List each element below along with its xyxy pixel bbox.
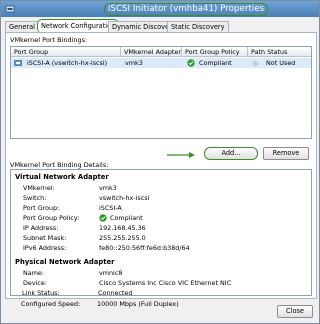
arrow-pointer-icon [167, 152, 195, 158]
close-button[interactable]: Close [277, 305, 313, 318]
cell-vmkernel-adapter: vmk3 [125, 59, 143, 67]
field-value-name: vmnic8 [99, 269, 123, 277]
field-value-link-status: Connected [98, 289, 133, 297]
field-label-ipv6-address: IPv6 Address: [23, 244, 67, 252]
field-label-port-group-policy: Port Group Policy: [23, 214, 80, 222]
storage-adapter-icon [5, 5, 15, 13]
binding-details-label: VMkernel Port Binding Details: [10, 161, 109, 169]
cell-port-group: iSCSI-A (vswitch-hx-iscsi) [27, 59, 108, 67]
cell-port-group-policy: Compliant [199, 59, 232, 67]
field-label-subnet-mask: Subnet Mask: [23, 234, 67, 242]
add-button[interactable]: Add... [204, 147, 258, 160]
tab-strip: General Network Configuration Dynamic Di… [5, 19, 317, 33]
field-value-subnet-mask: 255.255.255.0 [99, 234, 146, 242]
title-bar: iSCSI Initiator (vmhba41) Properties [1, 1, 319, 17]
column-header-port-group[interactable]: Port Group [11, 47, 121, 57]
field-label-ip-address: IP Address: [23, 224, 59, 232]
column-header-port-group-policy[interactable]: Port Group Policy [182, 47, 248, 57]
field-value-ipv6-address: fe80::250:56ff:fe6d:b38d/64 [99, 244, 190, 252]
column-header-path-status[interactable]: Path Status [248, 47, 311, 57]
column-header-vmkernel-adapter[interactable]: VMkernel Adapter [121, 47, 182, 57]
field-label-switch: Switch: [23, 194, 47, 202]
cell-path-status: Not Used [266, 59, 296, 67]
field-label-configured-speed: Configured Speed: [21, 300, 81, 308]
compliant-check-icon [99, 214, 107, 222]
field-value-switch: vswitch-hx-iscsi [99, 194, 150, 202]
tab-network-configuration[interactable]: Network Configuration [37, 19, 120, 33]
field-value-port-group: iSCSI-A [99, 204, 122, 212]
field-value-configured-speed: 10000 Mbps (Full Duplex) [97, 300, 179, 308]
remove-button[interactable]: Remove [263, 147, 309, 160]
port-bindings-table: Port Group VMkernel Adapter Port Group P… [10, 46, 312, 139]
table-row[interactable]: iSCSI-A (vswitch-hx-iscsi) vmk3 Complian… [11, 58, 311, 68]
field-label-name: Name: [23, 269, 45, 277]
table-header: Port Group VMkernel Adapter Port Group P… [11, 47, 311, 57]
field-value-ip-address: 192.168.45.36 [99, 224, 146, 232]
field-value-device: Cisco Systems Inc Cisco VIC Ethernet NIC [99, 279, 232, 287]
port-group-icon [14, 60, 22, 66]
tab-panel: VMkernel Port Bindings: Port Group VMker… [5, 32, 317, 299]
port-bindings-label: VMkernel Port Bindings: [10, 36, 88, 44]
field-value-port-group-policy: Compliant [110, 214, 143, 222]
virtual-adapter-title: Virtual Network Adapter [15, 173, 109, 181]
field-label-port-group: Port Group: [23, 204, 60, 212]
field-label-link-status: Link Status: [22, 289, 60, 297]
binding-details-box: Virtual Network Adapter VMkernel: vmk3 S… [10, 169, 312, 296]
physical-adapter-title: Physical Network Adapter [15, 258, 115, 266]
properties-window: iSCSI Initiator (vmhba41) Properties Gen… [0, 0, 320, 324]
path-status-icon [252, 60, 259, 66]
field-value-vmkernel: vmk3 [99, 184, 117, 192]
field-label-vmkernel: VMkernel: [23, 184, 55, 192]
compliant-check-icon [187, 59, 195, 67]
field-label-device: Device: [23, 279, 48, 287]
window-title: iSCSI Initiator (vmhba41) Properties [104, 3, 269, 16]
